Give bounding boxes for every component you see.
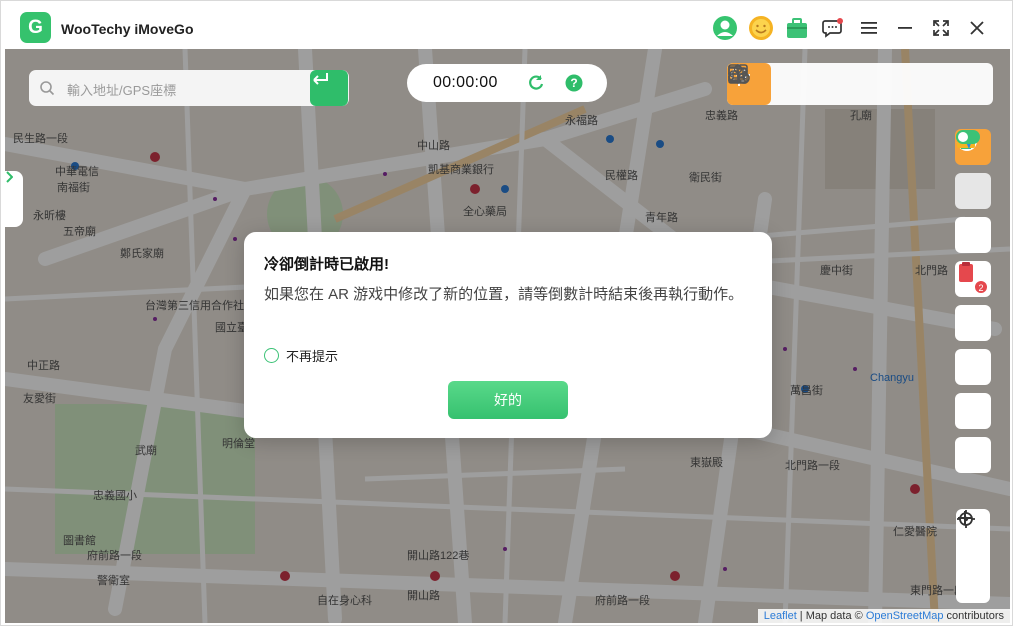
sidebar-collapse-button[interactable] xyxy=(5,171,23,227)
svg-text:?: ? xyxy=(570,76,577,90)
ok-button[interactable]: 好的 xyxy=(448,381,568,419)
history-icon[interactable] xyxy=(728,63,991,105)
refresh-icon[interactable] xyxy=(527,74,545,92)
zoom-out-icon[interactable] xyxy=(956,509,974,527)
title-bar: G WooTechy iMoveGo xyxy=(1,1,1012,49)
toggle-icon[interactable] xyxy=(955,130,991,473)
arrow-enter-icon xyxy=(313,73,328,85)
cooldown-timer: 00:00:00 ? xyxy=(407,64,607,102)
dialog-title: 冷卻倒計時已啟用! xyxy=(264,256,389,273)
joystick-mode-icon[interactable] xyxy=(727,63,815,105)
mode-toolbar xyxy=(727,63,993,105)
minimize-icon[interactable] xyxy=(888,13,922,43)
map-attribution: Leaflet | Map data © OpenStreetMap contr… xyxy=(757,609,1010,623)
leaflet-link[interactable]: Leaflet xyxy=(764,610,797,622)
menu-icon[interactable] xyxy=(852,13,886,43)
cooldown-icon[interactable]: 2 xyxy=(955,261,991,297)
toolbox-icon[interactable] xyxy=(780,13,814,43)
app-window: G WooTechy iMoveGo 民生路一段 中華電信 南福街 永昕樓 五帝… xyxy=(0,0,1013,626)
search-input[interactable]: 輸入地址/GPS座標 xyxy=(67,80,176,99)
chevron-right-icon xyxy=(6,171,13,183)
cooldown-badge: 2 xyxy=(974,280,988,294)
send-icon[interactable] xyxy=(955,132,991,429)
zoom-controls xyxy=(956,509,990,603)
go-button[interactable] xyxy=(310,70,348,106)
layers-icon[interactable] xyxy=(955,132,991,209)
help-icon[interactable]: ? xyxy=(565,74,583,92)
cooldown-dialog: 冷卻倒計時已啟用! 如果您在 AR 游戏中修改了新的位置，請等倒數計時結束後再執… xyxy=(244,232,772,438)
dialog-message: 如果您在 AR 游戏中修改了新的位置，請等倒數計時結束後再執行動作。 xyxy=(264,286,744,303)
search-bar[interactable]: 輸入地址/GPS座標 xyxy=(29,70,349,106)
titlebar-icons xyxy=(706,13,994,43)
side-toolbar: 2 xyxy=(955,129,991,481)
timer-value: 00:00:00 xyxy=(433,74,498,91)
user-icon[interactable] xyxy=(708,13,742,43)
route-icon[interactable] xyxy=(728,63,903,105)
jump-teleport-icon[interactable] xyxy=(728,63,947,105)
fullscreen-icon[interactable] xyxy=(924,13,958,43)
feedback-icon[interactable] xyxy=(816,13,850,43)
dont-show-again-checkbox[interactable]: 不再提示 xyxy=(264,346,338,365)
dont-show-again-label[interactable]: 不再提示 xyxy=(286,346,338,365)
shirt-icon[interactable] xyxy=(955,131,991,341)
search-icon xyxy=(40,81,55,96)
osm-link[interactable]: OpenStreetMap xyxy=(866,610,944,622)
freeze-icon[interactable] xyxy=(955,131,991,253)
wallet-icon[interactable] xyxy=(955,134,991,385)
close-icon[interactable] xyxy=(960,13,994,43)
multi-spot-icon[interactable] xyxy=(728,63,859,105)
app-title: WooTechy iMoveGo xyxy=(61,21,194,37)
app-logo: G xyxy=(20,12,51,43)
emoji-icon[interactable] xyxy=(744,13,778,43)
radio-circle[interactable] xyxy=(264,348,279,363)
